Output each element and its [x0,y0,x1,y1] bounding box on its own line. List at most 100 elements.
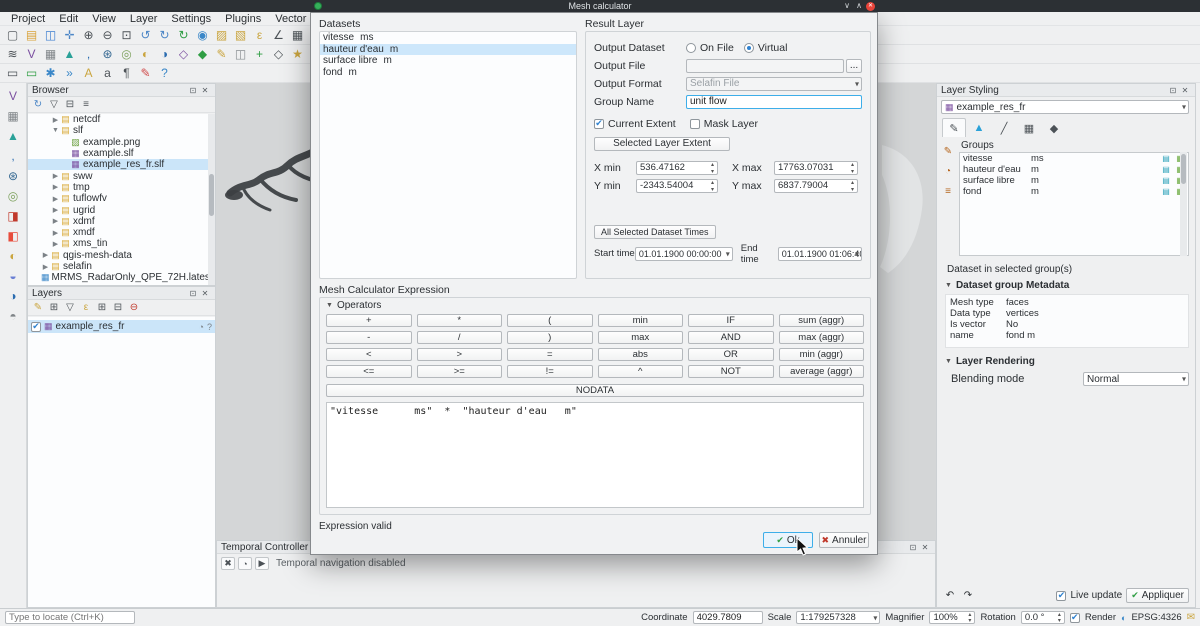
layout-manager-icon[interactable]: ▭ [4,65,21,81]
operator-button[interactable]: > [417,348,503,361]
apply-button[interactable]: ✔ Appliquer [1126,588,1189,603]
menu-item[interactable]: Layer [123,12,165,26]
data-source-manager-icon[interactable]: ≋ [4,46,21,62]
menu-item[interactable]: Project [4,12,52,26]
add-delimited-text-icon[interactable]: , [4,147,22,164]
select-features-icon[interactable]: ▨ [213,27,230,43]
expander-icon[interactable]: ▶ [41,251,50,259]
contours-icon[interactable]: ▤ [1161,176,1171,185]
operator-button[interactable]: >= [417,365,503,378]
operator-button[interactable]: AND [688,331,774,344]
browse-button[interactable]: ... [846,59,862,73]
add-mssql-icon[interactable]: ◨ [4,207,22,224]
add-postgis-icon[interactable]: ⊛ [99,46,116,62]
redo-style-icon[interactable]: ↷ [961,589,975,602]
operator-button[interactable]: <= [326,365,412,378]
tab-mesh-frame[interactable]: ▦ [1017,118,1041,137]
temporal-off-icon[interactable]: ✖ [221,557,235,570]
filter-legend-icon[interactable]: ▽ [63,301,77,315]
blending-mode-combo[interactable]: Normal [1083,372,1189,386]
operator-button[interactable]: = [507,348,593,361]
add-feature-icon[interactable]: + [251,46,268,62]
tree-item-example-png[interactable]: ▨ example.png [28,137,215,148]
operator-button[interactable]: ) [507,331,593,344]
group-name-input[interactable] [686,95,862,109]
new-project-icon[interactable]: ▢ [4,27,21,43]
filter-expression-icon[interactable]: ε [79,301,93,315]
operator-button[interactable]: max [598,331,684,344]
add-wms-icon[interactable]: ◐ [4,247,22,264]
toggle-editing-icon[interactable]: ✎ [213,46,230,62]
all-dataset-times-button[interactable]: All Selected Dataset Times [594,225,716,239]
expander-icon[interactable]: ▶ [51,116,60,124]
expand-all-icon[interactable]: ⊞ [95,301,109,315]
operator-button[interactable]: min [598,314,684,327]
save-project-icon[interactable]: ◫ [42,27,59,43]
operator-button[interactable]: ( [507,314,593,327]
nodata-button[interactable]: NODATA [326,384,864,397]
current-extent-checkbox[interactable] [594,119,604,129]
time-settings-icon[interactable]: ◔ [941,164,956,178]
identify-features-icon[interactable]: ◉ [194,27,211,43]
tab-symbology[interactable]: ✎ [942,118,966,137]
tree-item-sww[interactable]: ▶ ▤ sww [28,170,215,181]
open-project-icon[interactable]: ▤ [23,27,40,43]
menu-item[interactable]: Settings [164,12,218,26]
operator-button[interactable]: / [417,331,503,344]
layer-item-example-res-fr[interactable]: ▦ example_res_fr ◔ ? [28,320,215,333]
zoom-next-icon[interactable]: ↻ [156,27,173,43]
contours-icon[interactable]: ▤ [1161,187,1171,196]
temporal-badge-icon[interactable]: ◔ [199,322,204,332]
python-console-icon[interactable]: » [61,65,78,81]
output-file-input[interactable] [686,59,844,73]
tab-3d[interactable]: ◆ [1042,118,1066,137]
add-group-icon[interactable]: ⊞ [47,301,61,315]
groups-scrollbar[interactable] [1180,152,1187,256]
float-panel-icon[interactable]: ⊡ [187,85,199,96]
float-panel-icon[interactable]: ⊡ [187,288,199,299]
xmax-spin[interactable]: 17763.07031 [774,161,858,175]
magnifier-spin[interactable]: 100% [929,611,975,624]
tab-contours[interactable]: ▲ [967,118,991,137]
ok-button[interactable]: ✔ Ok [763,532,813,548]
layer-labeling-icon[interactable]: a [99,65,116,81]
scale-combo[interactable]: 1:179257328 [796,611,880,624]
add-wfs-icon[interactable]: ◑ [4,287,22,304]
tree-item-tmp[interactable]: ▶ ▤ tmp [28,182,215,193]
add-arcgis-icon[interactable]: ◓ [4,307,22,324]
add-vector-layer-icon[interactable]: V [4,87,22,104]
collapse-arrow-icon[interactable]: ▼ [945,282,952,289]
dataset-group-row[interactable]: fond m ▤ ▦ [960,186,1188,197]
tree-item-xmdf[interactable]: ▶ ▤ xmdf [28,227,215,238]
expression-editor[interactable]: "vitesse ms" * "hauteur d'eau m" [326,402,864,508]
operator-button[interactable]: - [326,331,412,344]
crs-indicator[interactable]: EPSG:4326 [1131,612,1181,623]
new-geopackage-icon[interactable]: ◆ [194,46,211,62]
close-window-icon[interactable]: ✕ [866,2,875,11]
operator-button[interactable]: OR [688,348,774,361]
annotation-icon[interactable]: ✎ [137,65,154,81]
operator-button[interactable]: min (aggr) [779,348,865,361]
label-toolbar-icon[interactable]: A [80,65,97,81]
collapse-arrow-icon[interactable]: ▼ [326,302,333,309]
rotation-spin[interactable]: 0.0 ° [1021,611,1065,624]
select-by-expression-icon[interactable]: ε [251,27,268,43]
add-wfs-icon[interactable]: ◑ [156,46,173,62]
operator-button[interactable]: ^ [598,365,684,378]
add-raster-layer-icon[interactable]: ▦ [4,107,22,124]
layer-notes-icon[interactable]: ? [207,322,212,332]
zoom-last-icon[interactable]: ↺ [137,27,154,43]
dataset-group-row[interactable]: vitesse ms ▤ ▦ [960,153,1188,164]
add-spatialite-icon[interactable]: ◎ [118,46,135,62]
dataset-group-row[interactable]: hauteur d'eau m ▤ ▦ [960,164,1188,175]
refresh-map-icon[interactable]: ↻ [175,27,192,43]
close-panel-icon[interactable]: ✕ [1179,85,1191,96]
pan-map-icon[interactable]: ✛ [61,27,78,43]
edit-group-icon[interactable]: ✎ [941,144,956,158]
dataset-item[interactable]: surface libre m [320,55,576,67]
operator-button[interactable]: IF [688,314,774,327]
collapse-arrow-icon[interactable]: ▼ [945,358,952,365]
remove-layer-icon[interactable]: ⊖ [127,301,141,315]
mask-layer-checkbox[interactable] [690,119,700,129]
output-format-combo[interactable]: Selafin File [686,77,862,91]
